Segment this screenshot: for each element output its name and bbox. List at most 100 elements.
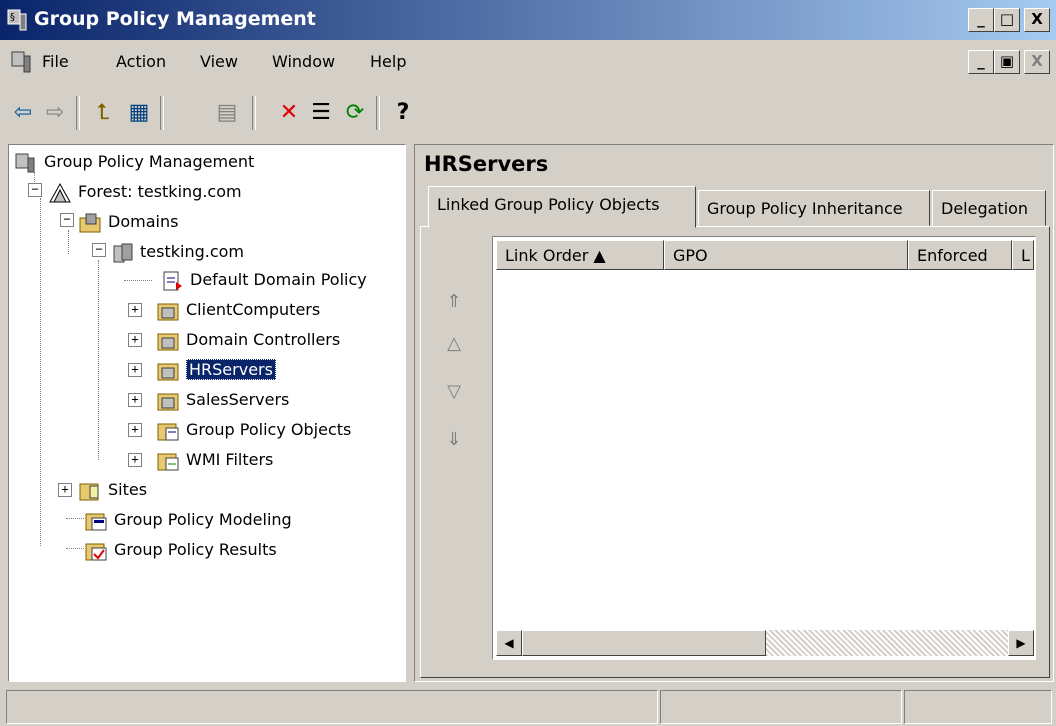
tree-item-label: Sites	[108, 480, 148, 499]
tree-item-gp-modeling[interactable]: Group Policy Modeling	[84, 506, 292, 534]
ou-icon	[157, 333, 179, 350]
properties-icon[interactable]: ☰	[304, 96, 338, 130]
expand-toggle[interactable]: +	[128, 303, 142, 317]
tree-line	[98, 260, 99, 460]
mdi-minimize-button[interactable]: _	[968, 50, 994, 74]
ou-icon	[157, 303, 179, 320]
tree-item-group-policy-objects[interactable]: Group Policy Objects	[156, 416, 351, 444]
expand-toggle[interactable]: +	[128, 393, 142, 407]
tree-item-hrservers[interactable]: HRServers	[156, 356, 276, 384]
refresh-icon[interactable]: ⟳	[338, 96, 372, 130]
status-bar-section	[660, 690, 902, 724]
svg-text:§: §	[10, 12, 15, 23]
help-icon[interactable]: ?	[386, 96, 420, 130]
tree-item-salesservers[interactable]: SalesServers	[156, 386, 289, 414]
tree-item-gpmc[interactable]: Group Policy Management	[14, 148, 254, 176]
gpmc-icon: §	[7, 9, 27, 31]
menu-file[interactable]: File	[42, 52, 69, 71]
scroll-left-button[interactable]: ◀	[496, 630, 522, 656]
gpmc-icon	[15, 153, 35, 172]
tree-item-label: Forest: testking.com	[78, 182, 242, 201]
tree-line	[66, 548, 84, 549]
window-title: Group Policy Management	[34, 8, 316, 30]
domains-icon	[79, 213, 101, 232]
tree-item-label: WMI Filters	[186, 450, 274, 469]
minimize-button[interactable]: _	[968, 8, 994, 32]
tab-linked-gpos[interactable]: Linked Group Policy Objects	[428, 186, 696, 228]
tree-line	[68, 230, 69, 254]
move-down-icon[interactable]: ▽	[442, 380, 466, 404]
menu-window[interactable]: Window	[272, 52, 335, 71]
column-header-link-order[interactable]: Link Order ▲	[496, 240, 664, 270]
tab-gp-inheritance[interactable]: Group Policy Inheritance	[698, 190, 930, 226]
scrollbar-track[interactable]	[766, 630, 1010, 656]
tree-item-label: Domains	[108, 212, 179, 231]
collapse-toggle[interactable]: −	[60, 213, 74, 227]
tree-item-forest[interactable]: Forest: testking.com	[48, 178, 242, 206]
domain-icon	[113, 243, 133, 262]
tree-item-domain-controllers[interactable]: Domain Controllers	[156, 326, 340, 354]
expand-toggle[interactable]: +	[58, 483, 72, 497]
tree-item-label: Group Policy Management	[44, 152, 255, 171]
toolbar-separator	[160, 96, 164, 130]
menu-action[interactable]: Action	[116, 52, 166, 71]
mdi-close-button[interactable]: X	[1024, 50, 1050, 74]
modeling-icon	[85, 513, 107, 530]
toolbar-separator	[252, 96, 256, 130]
gpmc-icon[interactable]	[10, 50, 34, 74]
scrollbar-thumb[interactable]	[522, 630, 766, 656]
forest-icon	[49, 182, 71, 202]
expand-toggle[interactable]: +	[128, 423, 142, 437]
column-header-gpo[interactable]: GPO	[664, 240, 908, 270]
tree-item-label-selected: HRServers	[186, 359, 276, 380]
tree-item-testking-domain[interactable]: testking.com	[110, 238, 244, 266]
expand-toggle[interactable]: +	[128, 453, 142, 467]
tree-line	[66, 518, 84, 519]
tree-item-domains[interactable]: Domains	[78, 208, 178, 236]
delete-icon[interactable]: ✕	[272, 96, 306, 130]
maximize-button[interactable]: □	[994, 8, 1020, 32]
toolbar-separator	[376, 96, 380, 130]
back-arrow-icon[interactable]: ⇦	[6, 96, 40, 130]
scroll-right-button[interactable]: ▶	[1008, 630, 1034, 656]
status-bar-section	[904, 690, 1052, 724]
toolbar	[0, 84, 1056, 144]
move-up-icon[interactable]: △	[442, 332, 466, 356]
tree-item-label: Domain Controllers	[186, 330, 341, 349]
tree-item-clientcomputers[interactable]: ClientComputers	[156, 296, 320, 324]
tree-item-wmi-filters[interactable]: WMI Filters	[156, 446, 273, 474]
tree-item-label: Group Policy Objects	[186, 420, 352, 439]
tree-item-default-domain-policy[interactable]: Default Domain Policy	[160, 266, 367, 294]
collapse-toggle[interactable]: −	[92, 243, 106, 257]
wmi-folder-icon	[157, 453, 179, 470]
tree-item-label: Group Policy Modeling	[114, 510, 292, 529]
forward-arrow-icon[interactable]: ⇨	[38, 96, 72, 130]
column-header-enforced[interactable]: Enforced	[908, 240, 1012, 270]
tree-item-label: ClientComputers	[186, 300, 321, 319]
copy-icon[interactable]: ▤	[210, 96, 244, 130]
tree-item-label: testking.com	[140, 242, 244, 261]
ou-icon	[157, 393, 179, 410]
up-folder-icon[interactable]: ⮤	[86, 96, 120, 130]
tree-item-gp-results[interactable]: Group Policy Results	[84, 536, 277, 564]
tree-item-label: SalesServers	[186, 390, 290, 409]
page-title: HRServers	[424, 152, 549, 176]
column-header-link-enabled[interactable]: L	[1012, 240, 1034, 270]
menu-help[interactable]: Help	[370, 52, 406, 71]
tree-item-label: Default Domain Policy	[190, 270, 367, 289]
mdi-restore-button[interactable]: ▣	[994, 50, 1020, 74]
close-button[interactable]: X	[1024, 8, 1050, 32]
status-bar-section	[6, 690, 658, 724]
tree-line	[40, 198, 41, 546]
expand-toggle[interactable]: +	[128, 363, 142, 377]
collapse-toggle[interactable]: −	[28, 183, 42, 197]
menu-view[interactable]: View	[200, 52, 238, 71]
gpo-folder-icon	[157, 423, 179, 440]
expand-toggle[interactable]: +	[128, 333, 142, 347]
tree-item-sites[interactable]: Sites	[78, 476, 147, 504]
tab-delegation[interactable]: Delegation	[932, 190, 1046, 226]
move-to-top-icon[interactable]: ⇑	[442, 290, 466, 314]
move-to-bottom-icon[interactable]: ⇓	[442, 428, 466, 452]
linked-gpo-list[interactable]	[492, 236, 1036, 660]
show-hide-tree-icon[interactable]: ▦	[122, 96, 156, 130]
